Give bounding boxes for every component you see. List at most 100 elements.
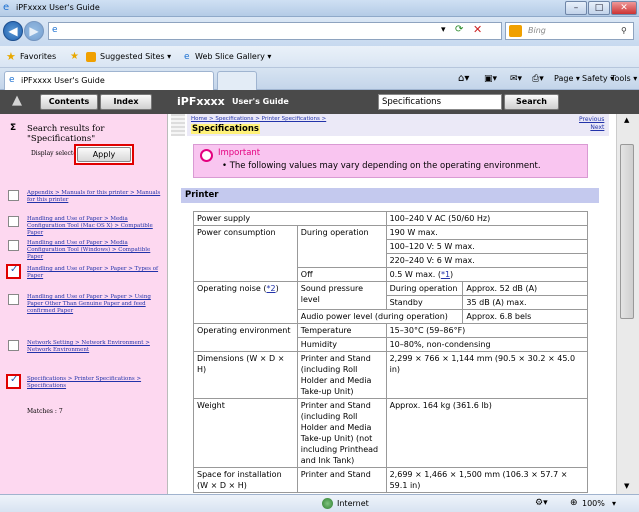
table-cell: Operating noise (*2) — [193, 281, 298, 324]
note-link-2[interactable]: *2 — [266, 284, 275, 293]
table-cell: Space for installation (W × D × H) — [193, 467, 298, 493]
safety-menu[interactable]: Safety ▾ — [582, 68, 614, 90]
previous-link[interactable]: Previous — [579, 116, 604, 124]
feeds-icon[interactable]: ▣▾ — [484, 68, 497, 90]
home-icon[interactable]: ⌂▾ — [458, 68, 469, 90]
content-area: Home > Specifications > Printer Specific… — [169, 114, 616, 494]
vertical-scrollbar[interactable]: ▲ ▼ — [616, 114, 639, 494]
hand-icon — [200, 149, 213, 162]
table-row: Power supply 100–240 V AC (50/60 Hz) — [193, 211, 589, 226]
zoom-level[interactable]: 100% — [582, 495, 605, 512]
prev-next-links: Previous Next — [579, 116, 604, 132]
result-link[interactable]: Network Setting > Network Environment > … — [27, 340, 168, 354]
next-link[interactable]: Next — [579, 124, 604, 132]
search-input[interactable]: Bing ⚲ — [505, 22, 634, 40]
table-cell: During operation — [296, 225, 387, 268]
page-title: Specifications — [191, 124, 260, 134]
new-tab-button[interactable] — [217, 71, 257, 90]
index-button[interactable]: Index — [100, 94, 152, 110]
result-checkbox[interactable] — [8, 216, 19, 227]
contents-button[interactable]: Contents — [40, 94, 98, 110]
result-link[interactable]: Handling and Use of Paper > Media Config… — [27, 240, 168, 261]
toggle-icon[interactable]: Σ — [10, 123, 16, 133]
protected-mode-icon[interactable]: ⚙▾ — [535, 495, 548, 512]
important-text: • The following values may vary dependin… — [222, 161, 541, 171]
page-menu[interactable]: Page ▾ — [554, 68, 580, 90]
table-cell: Operating environment — [193, 323, 298, 352]
table-cell: Weight — [193, 398, 298, 468]
result-checkbox[interactable] — [8, 240, 19, 251]
table-cell: 190 W max. — [385, 225, 589, 240]
result-checkbox[interactable] — [6, 264, 21, 279]
noise-label: Operating noise ( — [197, 284, 267, 293]
apply-button[interactable]: Apply — [74, 144, 134, 165]
url-field[interactable]: e ▾ ⟳ ✕ — [48, 22, 502, 40]
breadcrumb[interactable]: Home > Specifications > Printer Specific… — [191, 116, 326, 122]
result-link[interactable]: Appendix > Manuals for this printer > Ma… — [27, 190, 168, 204]
webslice-icon: e — [184, 52, 190, 62]
apply-label: Apply — [77, 147, 131, 162]
table-cell: Audio power level (during operation) — [296, 309, 464, 324]
print-icon[interactable]: ⎙▾ — [532, 68, 544, 90]
result-link[interactable]: Specifications > Printer Specifications … — [27, 376, 168, 390]
result-link[interactable]: Handling and Use of Paper > Paper > Type… — [27, 266, 168, 280]
search-placeholder: Bing — [528, 26, 546, 35]
status-bar: Internet ⚙▾ ⊕ 100% ▾ — [0, 494, 639, 512]
search-results-sidebar: Σ Search results for "Specifications" Di… — [0, 114, 168, 494]
spec-table: Power supply 100–240 V AC (50/60 Hz) Powe… — [193, 211, 589, 493]
table-row: Power consumption During operation 190 W m… — [193, 225, 589, 282]
table-cell: Approx. 164 kg (361.6 lb) — [385, 398, 589, 468]
favorites-bar: ★ Favorites ★ Suggested Sites ▾ e Web Sl… — [0, 46, 639, 68]
scroll-down-icon[interactable]: ▼ — [624, 482, 629, 490]
table-cell: 0.5 W max. (*1) — [385, 267, 589, 282]
favorites-button[interactable]: Favorites — [20, 46, 56, 68]
tools-menu[interactable]: Tools ▾ — [611, 68, 637, 90]
dropdown-icon[interactable]: ▾ — [441, 25, 446, 35]
zoom-dropdown-icon[interactable]: ▾ — [612, 495, 616, 512]
result-link[interactable]: Handling and Use of Paper > Paper > Usin… — [27, 294, 168, 315]
scroll-thumb[interactable] — [620, 144, 634, 319]
table-cell: Humidity — [296, 337, 387, 352]
web-slice-gallery-link[interactable]: Web Slice Gallery ▾ — [195, 46, 271, 68]
globe-icon — [322, 498, 333, 509]
table-row: Space for installation (W × D × H) Printe… — [193, 467, 589, 493]
guide-search-button[interactable]: Search — [504, 94, 559, 110]
stop-icon[interactable]: ✕ — [473, 23, 482, 36]
table-cell: 10–80%, non-condensing — [385, 337, 589, 352]
scroll-up-icon[interactable]: ▲ — [624, 116, 629, 124]
minimize-button[interactable]: – — [565, 1, 587, 15]
suggested-sites-link[interactable]: Suggested Sites ▾ — [100, 46, 171, 68]
title-bar: e iPFxxxx User's Guide – □ ✕ — [0, 0, 639, 17]
matches-count: Matches : 7 — [27, 408, 63, 415]
tab-user-guide[interactable]: e iPFxxxx User's Guide — [4, 71, 214, 90]
result-checkbox[interactable] — [8, 340, 19, 351]
note-link-1[interactable]: *1 — [441, 270, 450, 279]
guide-header: ▲ Contents Index iPFxxxx User's Guide Sp… — [0, 90, 639, 114]
add-favorite-icon[interactable]: ★ — [70, 46, 79, 68]
mail-icon[interactable]: ✉▾ — [510, 68, 522, 90]
search-query-text: Search results for "Specifications" — [27, 124, 105, 144]
table-cell: 100–120 V: 5 W max. — [385, 239, 589, 254]
table-cell: 35 dB (A) max. — [462, 295, 588, 310]
book-icon: ▲ — [12, 93, 22, 108]
close-button[interactable]: ✕ — [611, 1, 637, 15]
back-button[interactable]: ◀ — [3, 21, 23, 41]
forward-button[interactable]: ▶ — [24, 21, 44, 41]
refresh-icon[interactable]: ⟳ — [455, 24, 463, 35]
result-checkbox[interactable] — [8, 294, 19, 305]
table-row: Weight Printer and Stand (including Roll … — [193, 398, 589, 468]
result-checkbox[interactable] — [8, 190, 19, 201]
table-cell: Power consumption — [193, 225, 298, 282]
result-checkbox[interactable] — [6, 374, 21, 389]
tab-label: iPFxxxx User's Guide — [21, 76, 105, 85]
result-link[interactable]: Handling and Use of Paper > Media Config… — [27, 216, 168, 237]
maximize-button[interactable]: □ — [588, 1, 610, 15]
table-cell: Printer and Stand (including Roll Holder… — [296, 351, 387, 399]
zoom-icon[interactable]: ⊕ — [570, 495, 578, 512]
grip-decoration — [171, 114, 185, 136]
table-row: Dimensions (W × D × H) Printer and Stand … — [193, 351, 589, 399]
important-note: Important • The following values may var… — [193, 144, 588, 178]
search-icon[interactable]: ⚲ — [621, 23, 627, 39]
guide-search-input[interactable]: Specifications — [378, 94, 502, 110]
table-cell: Power supply — [193, 211, 387, 226]
